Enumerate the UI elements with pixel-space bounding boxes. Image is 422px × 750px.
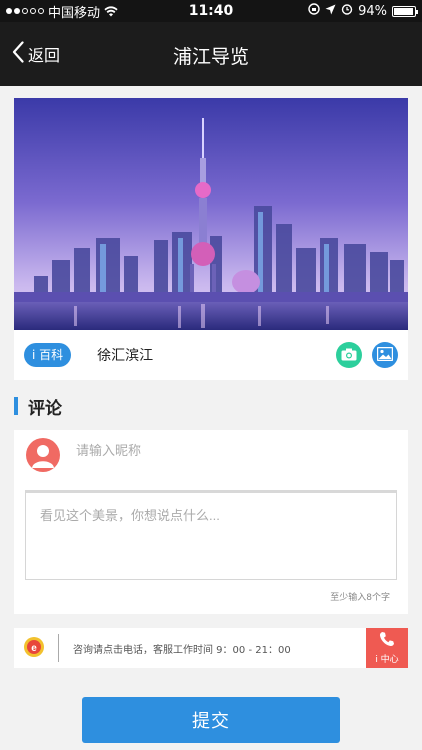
status-right: 94%: [266, 3, 418, 19]
signal-strength-icon: [6, 8, 44, 14]
nav-bar: 返回 浦江导览: [0, 22, 422, 86]
scenic-card: i 百科 徐汇滨江: [14, 98, 408, 380]
place-info-bar: i 百科 徐汇滨江: [14, 330, 408, 380]
location-icon: [325, 4, 336, 19]
phone-icon: [379, 631, 395, 651]
submit-button[interactable]: 提交: [82, 697, 340, 743]
center-label: i 中心: [375, 655, 399, 665]
comment-form: 至少输入8个字: [14, 430, 408, 614]
rotation-lock-icon: [308, 3, 320, 19]
heading-accent-bar: [14, 397, 18, 415]
call-center-button[interactable]: i 中心: [366, 628, 408, 668]
avatar: [26, 438, 60, 472]
consult-divider: [58, 634, 59, 662]
status-time: 11:40: [188, 3, 234, 19]
svg-text:e: e: [31, 643, 37, 654]
min-length-hint: 至少输入8个字: [330, 593, 390, 603]
status-left: 中国移动: [6, 2, 156, 21]
camera-button[interactable]: [336, 342, 362, 368]
wifi-icon: [104, 5, 118, 17]
page-title: 浦江导览: [172, 46, 249, 68]
battery-icon: [392, 5, 418, 17]
comments-title: 评论: [28, 398, 62, 419]
gallery-button[interactable]: [372, 342, 398, 368]
consult-bar: e 咨询请点击电话，客服工作时间 9：00 - 21：00 i 中心: [14, 628, 408, 668]
alarm-icon: [341, 3, 353, 19]
service-logo-icon: e: [14, 628, 54, 668]
nickname-input[interactable]: [76, 436, 386, 464]
camera-icon: [341, 346, 357, 365]
user-icon: [32, 445, 54, 468]
comments-heading: 评论: [14, 396, 62, 419]
image-icon: [376, 346, 394, 365]
skyline-photo: [14, 98, 408, 330]
wiki-button[interactable]: i 百科: [24, 343, 72, 367]
comment-textarea[interactable]: [25, 490, 397, 580]
consult-text: 咨询请点击电话，客服工作时间 9：00 - 21：00: [73, 644, 291, 656]
carrier-label: 中国移动: [48, 5, 101, 21]
place-name: 徐汇滨江: [97, 348, 154, 364]
status-bar: 中国移动 11:40 94%: [0, 0, 422, 22]
battery-percent: 94%: [358, 3, 387, 19]
